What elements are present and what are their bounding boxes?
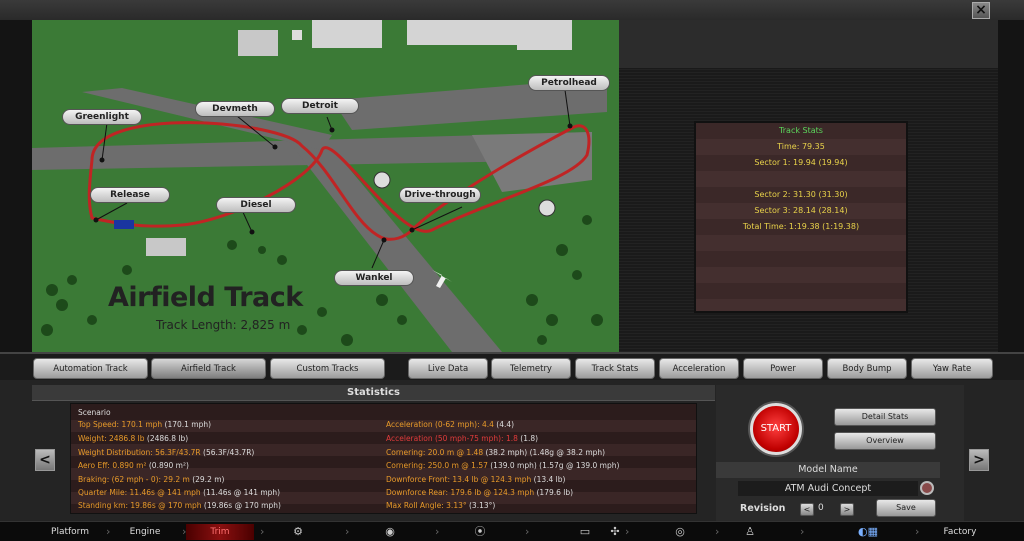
track-stats-title: Track Stats [779,126,823,135]
track-length: Track Length: 2,825 m [156,318,291,332]
statistics-panel: Scenario Top Speed: 170.1 mph (170.1 mph… [70,403,697,514]
info-panel: Track Stats Time: 79.35 Sector 1: 19.94 … [619,20,998,352]
car-body-icon[interactable]: ▭ [565,525,605,539]
steering-wheel-icon[interactable]: ◎ [670,525,690,539]
marker-petrolhead: Petrolhead [528,75,610,91]
stat-aero-eff: Aero Eff: 0.890 m² (0.890 m²) [78,461,189,470]
track-stats-total: Total Time: 1:19.38 (1:19.38) [742,222,860,231]
nav-platform[interactable]: Platform [30,524,110,540]
prev-button[interactable]: < [35,449,55,471]
wheel-icon[interactable]: ◉ [380,525,400,539]
tab-live-data[interactable]: Live Data [408,358,488,379]
stat-max-roll-angle: Max Roll Angle: 3.13° (3.13°) [386,501,496,510]
tab-row: Automation Track Airfield Track Custom T… [0,352,1024,380]
track-stats-sector2: Sector 2: 31.30 (31.30) [754,190,848,199]
stat-downforce-rear: Downforce Rear: 179.6 lb @ 124.3 mph (17… [386,488,574,497]
detail-stats-button[interactable]: Detail Stats [834,408,936,426]
tab-yaw-rate[interactable]: Yaw Rate [911,358,993,379]
track-stats-spacer [696,171,906,187]
tab-power[interactable]: Power [743,358,823,379]
marker-drive-through: Drive-through [399,187,481,203]
chevron-right-icon: › [260,525,265,538]
scenario-label: Scenario [78,408,111,417]
stat-cornering-20: Cornering: 20.0 m @ 1.48 (38.2 mph) (1.4… [386,448,606,457]
marker-wankel: Wankel [334,270,414,286]
model-name-field[interactable]: ATM Audi Concept [738,481,918,496]
next-button[interactable]: > [969,449,989,471]
stat-weight: Weight: 2486.8 lb (2486.8 lb) [78,434,189,443]
tab-track-stats[interactable]: Track Stats [575,358,655,379]
test-track-icon[interactable]: ◐▦ [850,525,886,539]
nav-factory[interactable]: Factory [925,524,995,540]
stat-downforce-front: Downforce Front: 13.4 lb @ 124.3 mph (13… [386,475,566,484]
track-stats-sector3: Sector 3: 28.14 (28.14) [754,206,848,215]
chevron-right-icon: › [715,525,720,538]
title-bar: × [0,0,1024,20]
suspension-icon[interactable]: ⦿ [470,525,490,539]
info-header [619,20,998,68]
stat-acceleration-50-75: Acceleration (50 mph-75 mph): 1.8 (1.8) [386,434,539,443]
track-title: Airfield Track [108,282,303,313]
marker-detroit: Detroit [281,98,359,114]
chevron-right-icon: › [525,525,530,538]
gearbox-icon[interactable]: ⚙ [288,525,308,539]
marker-diesel: Diesel [216,197,296,213]
seat-icon[interactable]: ♙ [740,525,760,539]
track-stats-box: Track Stats Time: 79.35 Sector 1: 19.94 … [694,121,908,313]
model-name-label: Model Name [716,462,940,478]
marker-devmeth: Devmeth [195,101,275,117]
revision-next-button[interactable]: > [840,503,854,516]
tab-acceleration[interactable]: Acceleration [659,358,739,379]
stat-standing-km: Standing km: 19.86s @ 170 mph (19.86s @ … [78,501,281,510]
track-stats-sector1: Sector 1: 19.94 (19.94) [754,158,848,167]
stat-acceleration-0-62: Acceleration (0-62 mph): 4.4 (4.4) [386,420,515,429]
track-stats-time: Time: 79.35 [777,142,825,151]
stat-weight-distribution: Weight Distribution: 56.3F/43.7R (56.3F/… [78,448,255,457]
bottom-nav: Platform › Engine › Trim › ⚙ › ◉ › ⦿ › ▭… [0,521,1024,541]
model-settings-icon[interactable] [920,481,934,495]
statistics-title: Statistics [32,385,715,401]
marker-release: Release [90,187,170,203]
chevron-right-icon: › [915,525,920,538]
revision-value: 0 [818,503,824,513]
chevron-right-icon: › [345,525,350,538]
nav-engine[interactable]: Engine [110,524,180,540]
stat-top-speed: Top Speed: 170.1 mph (170.1 mph) [78,420,212,429]
revision-prev-button[interactable]: < [800,503,814,516]
chevron-right-icon: › [435,525,440,538]
chevron-right-icon: › [800,525,805,538]
save-button[interactable]: Save [876,499,936,517]
right-frame [998,20,1024,352]
tab-body-bump[interactable]: Body Bump [827,358,907,379]
stat-cornering-250: Cornering: 250.0 m @ 1.57 (139.0 mph) (1… [386,461,620,470]
revision-label: Revision [740,503,786,514]
chevron-right-icon: › [625,525,630,538]
nav-trim[interactable]: Trim [186,524,254,540]
close-button[interactable]: × [972,2,990,19]
tab-airfield-track[interactable]: Airfield Track [151,358,266,379]
stat-quarter-mile: Quarter Mile: 11.46s @ 141 mph (11.46s @… [78,488,281,497]
track-map: Greenlight Devmeth Detroit Petrolhead Re… [32,20,619,352]
start-button[interactable]: START [750,403,802,455]
fan-icon[interactable]: ✣ [605,525,625,539]
tab-automation-track[interactable]: Automation Track [33,358,148,379]
left-frame [0,20,32,352]
tab-custom-tracks[interactable]: Custom Tracks [270,358,385,379]
stat-braking: Braking: (62 mph - 0): 29.2 m (29.2 m) [78,475,225,484]
tab-telemetry[interactable]: Telemetry [491,358,571,379]
marker-greenlight: Greenlight [62,109,142,125]
overview-button[interactable]: Overview [834,432,936,450]
